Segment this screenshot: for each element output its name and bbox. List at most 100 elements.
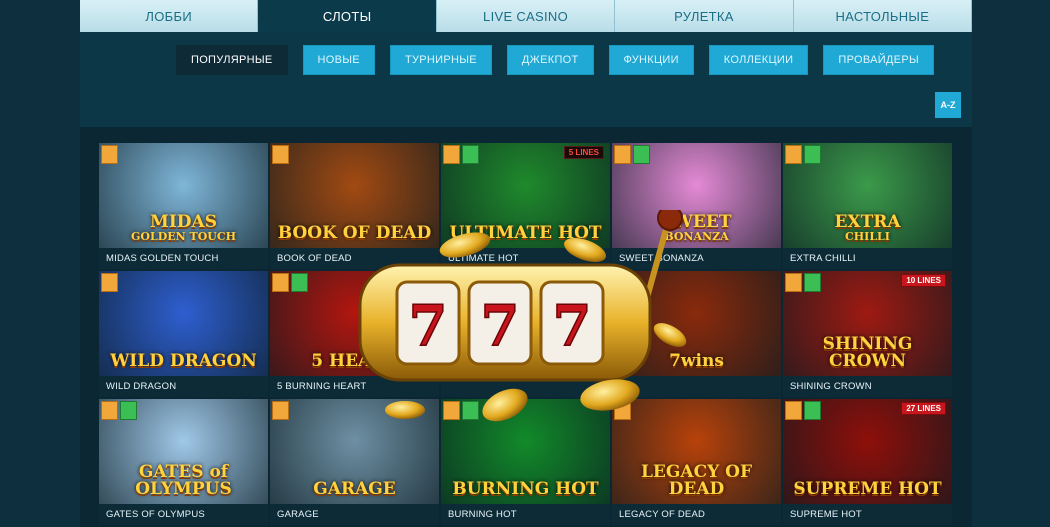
thumbs-up-icon[interactable] [785, 145, 802, 164]
game-logo: LEGACY OF DEAD [612, 464, 781, 498]
category-tabs: ЛОББИ СЛОТЫ LIVE CASINO РУЛЕТКА НАСТОЛЬНЫЕ [80, 0, 973, 32]
game-title: 5 BURNING HEART [270, 376, 439, 397]
thumbs-up-icon[interactable] [614, 145, 631, 164]
game-logo-text: 5 HEART [311, 351, 398, 371]
thumbs-up-icon[interactable] [443, 401, 460, 420]
game-card[interactable]: 7wins [612, 271, 781, 397]
game-card[interactable]: EXTRA CHILLI EXTRA CHILLI [783, 143, 952, 269]
game-thumbnail[interactable]: EXTRA CHILLI [783, 143, 952, 248]
game-logo-text: BOOK OF DEAD [277, 223, 432, 243]
game-logo: SWEET BONANZA [612, 212, 781, 243]
game-logo-text: GARAGE [313, 479, 396, 499]
game-title: ULTIMATE HOT [441, 248, 610, 269]
game-title: GARAGE [270, 504, 439, 525]
stack-icon [633, 145, 650, 164]
game-logo: GARAGE [270, 481, 439, 498]
thumbs-up-icon[interactable] [101, 273, 118, 292]
game-logo: BOOK OF DEAD [270, 225, 439, 242]
game-logo: SHINING CROWN [783, 336, 952, 370]
game-card[interactable]: WILD DRAGON WILD DRAGON [99, 271, 268, 397]
thumbs-up-icon[interactable] [101, 401, 118, 420]
filter-button[interactable]: ТУРНИРНЫЕ [389, 45, 492, 75]
game-thumbnail[interactable] [441, 271, 610, 376]
game-logo: WILD DRAGON [99, 353, 268, 370]
game-logo-subtext: CHILLI [845, 230, 890, 243]
game-title: LEGACY OF DEAD [612, 504, 781, 525]
game-title: GATES OF OLYMPUS [99, 504, 268, 525]
game-card[interactable]: 5 HEART 5 BURNING HEART [270, 271, 439, 397]
game-thumbnail[interactable]: 7wins [612, 271, 781, 376]
stack-icon [804, 273, 821, 292]
filter-button[interactable]: ДЖЕКПОТ [506, 45, 594, 75]
thumbs-up-icon[interactable] [101, 145, 118, 164]
game-thumbnail[interactable]: GATES of OLYMPUS [99, 399, 268, 504]
game-card[interactable]: 27 LINES SUPREME HOT SUPREME HOT [783, 399, 952, 525]
game-thumbnail[interactable]: 27 LINES SUPREME HOT [783, 399, 952, 504]
game-card[interactable]: SWEET BONANZA SWEET BONANZA [612, 143, 781, 269]
game-logo-subtext: BONANZA [664, 230, 729, 243]
game-logo: GATES of OLYMPUS [99, 464, 268, 498]
game-card[interactable]: BOOK OF DEAD BOOK OF DEAD [270, 143, 439, 269]
tab-1[interactable]: ЛОББИ [80, 0, 259, 32]
game-thumbnail[interactable]: WILD DRAGON [99, 271, 268, 376]
game-logo: ULTIMATE HOT [441, 225, 610, 242]
game-card[interactable]: GARAGE GARAGE [270, 399, 439, 525]
game-card[interactable] [441, 271, 610, 397]
filter-button[interactable]: ПРОВАЙДЕРЫ [823, 45, 934, 75]
game-thumbnail[interactable]: 5 LINES ULTIMATE HOT [441, 143, 610, 248]
filter-button[interactable]: КОЛЛЕКЦИИ [708, 45, 809, 75]
game-logo-subtext: GOLDEN TOUCH [130, 230, 237, 243]
thumbs-up-icon[interactable] [443, 145, 460, 164]
game-logo-text: SUPREME HOT [793, 479, 942, 499]
game-card[interactable]: LEGACY OF DEAD LEGACY OF DEAD [612, 399, 781, 525]
game-logo: SUPREME HOT [783, 481, 952, 498]
lines-badge: 27 LINES [901, 402, 946, 415]
stack-icon [462, 145, 479, 164]
game-thumbnail[interactable]: 5 HEART [270, 271, 439, 376]
sort-az-button[interactable]: A-Z [935, 92, 961, 118]
thumbs-up-icon[interactable] [272, 273, 289, 292]
game-logo-text: MIDAS [150, 212, 217, 232]
game-thumbnail[interactable]: BOOK OF DEAD [270, 143, 439, 248]
game-card[interactable]: 10 LINES SHINING CROWN SHINING CROWN [783, 271, 952, 397]
thumbs-up-icon[interactable] [785, 401, 802, 420]
game-logo-text: SWEET [661, 212, 732, 232]
filter-button[interactable]: ФУНКЦИИ [608, 45, 694, 75]
game-card[interactable]: MIDAS GOLDEN TOUCH MIDAS GOLDEN TOUCH [99, 143, 268, 269]
game-title [612, 376, 781, 397]
filter-button[interactable]: НОВЫЕ [302, 45, 375, 75]
game-thumbnail[interactable]: SWEET BONANZA [612, 143, 781, 248]
game-logo: 7wins [612, 353, 781, 370]
thumbs-up-icon[interactable] [785, 273, 802, 292]
game-logo-text: ULTIMATE HOT [449, 223, 602, 243]
stack-icon [804, 401, 821, 420]
thumbs-up-icon[interactable] [272, 145, 289, 164]
game-thumbnail[interactable]: MIDAS GOLDEN TOUCH [99, 143, 268, 248]
game-logo: BURNING HOT [441, 481, 610, 498]
tab-4[interactable]: РУЛЕТКА [615, 0, 794, 32]
stack-icon [804, 145, 821, 164]
game-title [441, 376, 610, 397]
game-logo-text: SHINING CROWN [822, 334, 913, 371]
game-thumbnail[interactable]: 10 LINES SHINING CROWN [783, 271, 952, 376]
game-thumbnail[interactable]: GARAGE [270, 399, 439, 504]
game-title: SUPREME HOT [783, 504, 952, 525]
game-logo: EXTRA CHILLI [783, 214, 952, 243]
game-card[interactable]: GATES of OLYMPUS GATES OF OLYMPUS [99, 399, 268, 525]
lines-badge: 10 LINES [901, 274, 946, 287]
game-thumbnail[interactable]: LEGACY OF DEAD [612, 399, 781, 504]
thumbs-up-icon[interactable] [272, 401, 289, 420]
game-card[interactable]: BURNING HOT BURNING HOT [441, 399, 610, 525]
game-logo-text: LEGACY OF DEAD [640, 462, 753, 499]
thumbs-up-icon[interactable] [443, 273, 460, 292]
tab-5[interactable]: НАСТОЛЬНЫЕ [793, 0, 973, 32]
thumbs-up-icon[interactable] [614, 273, 631, 292]
games-grid: MIDAS GOLDEN TOUCH MIDAS GOLDEN TOUCH BOOK … [99, 143, 955, 525]
tab-2[interactable]: СЛОТЫ [258, 0, 437, 32]
game-title: MIDAS GOLDEN TOUCH [99, 248, 268, 269]
game-thumbnail[interactable]: BURNING HOT [441, 399, 610, 504]
filter-button[interactable]: ПОПУЛЯРНЫЕ [176, 45, 288, 75]
game-card[interactable]: 5 LINES ULTIMATE HOT ULTIMATE HOT [441, 143, 610, 269]
tab-3[interactable]: LIVE CASINO [436, 0, 616, 32]
thumbs-up-icon[interactable] [614, 401, 631, 420]
